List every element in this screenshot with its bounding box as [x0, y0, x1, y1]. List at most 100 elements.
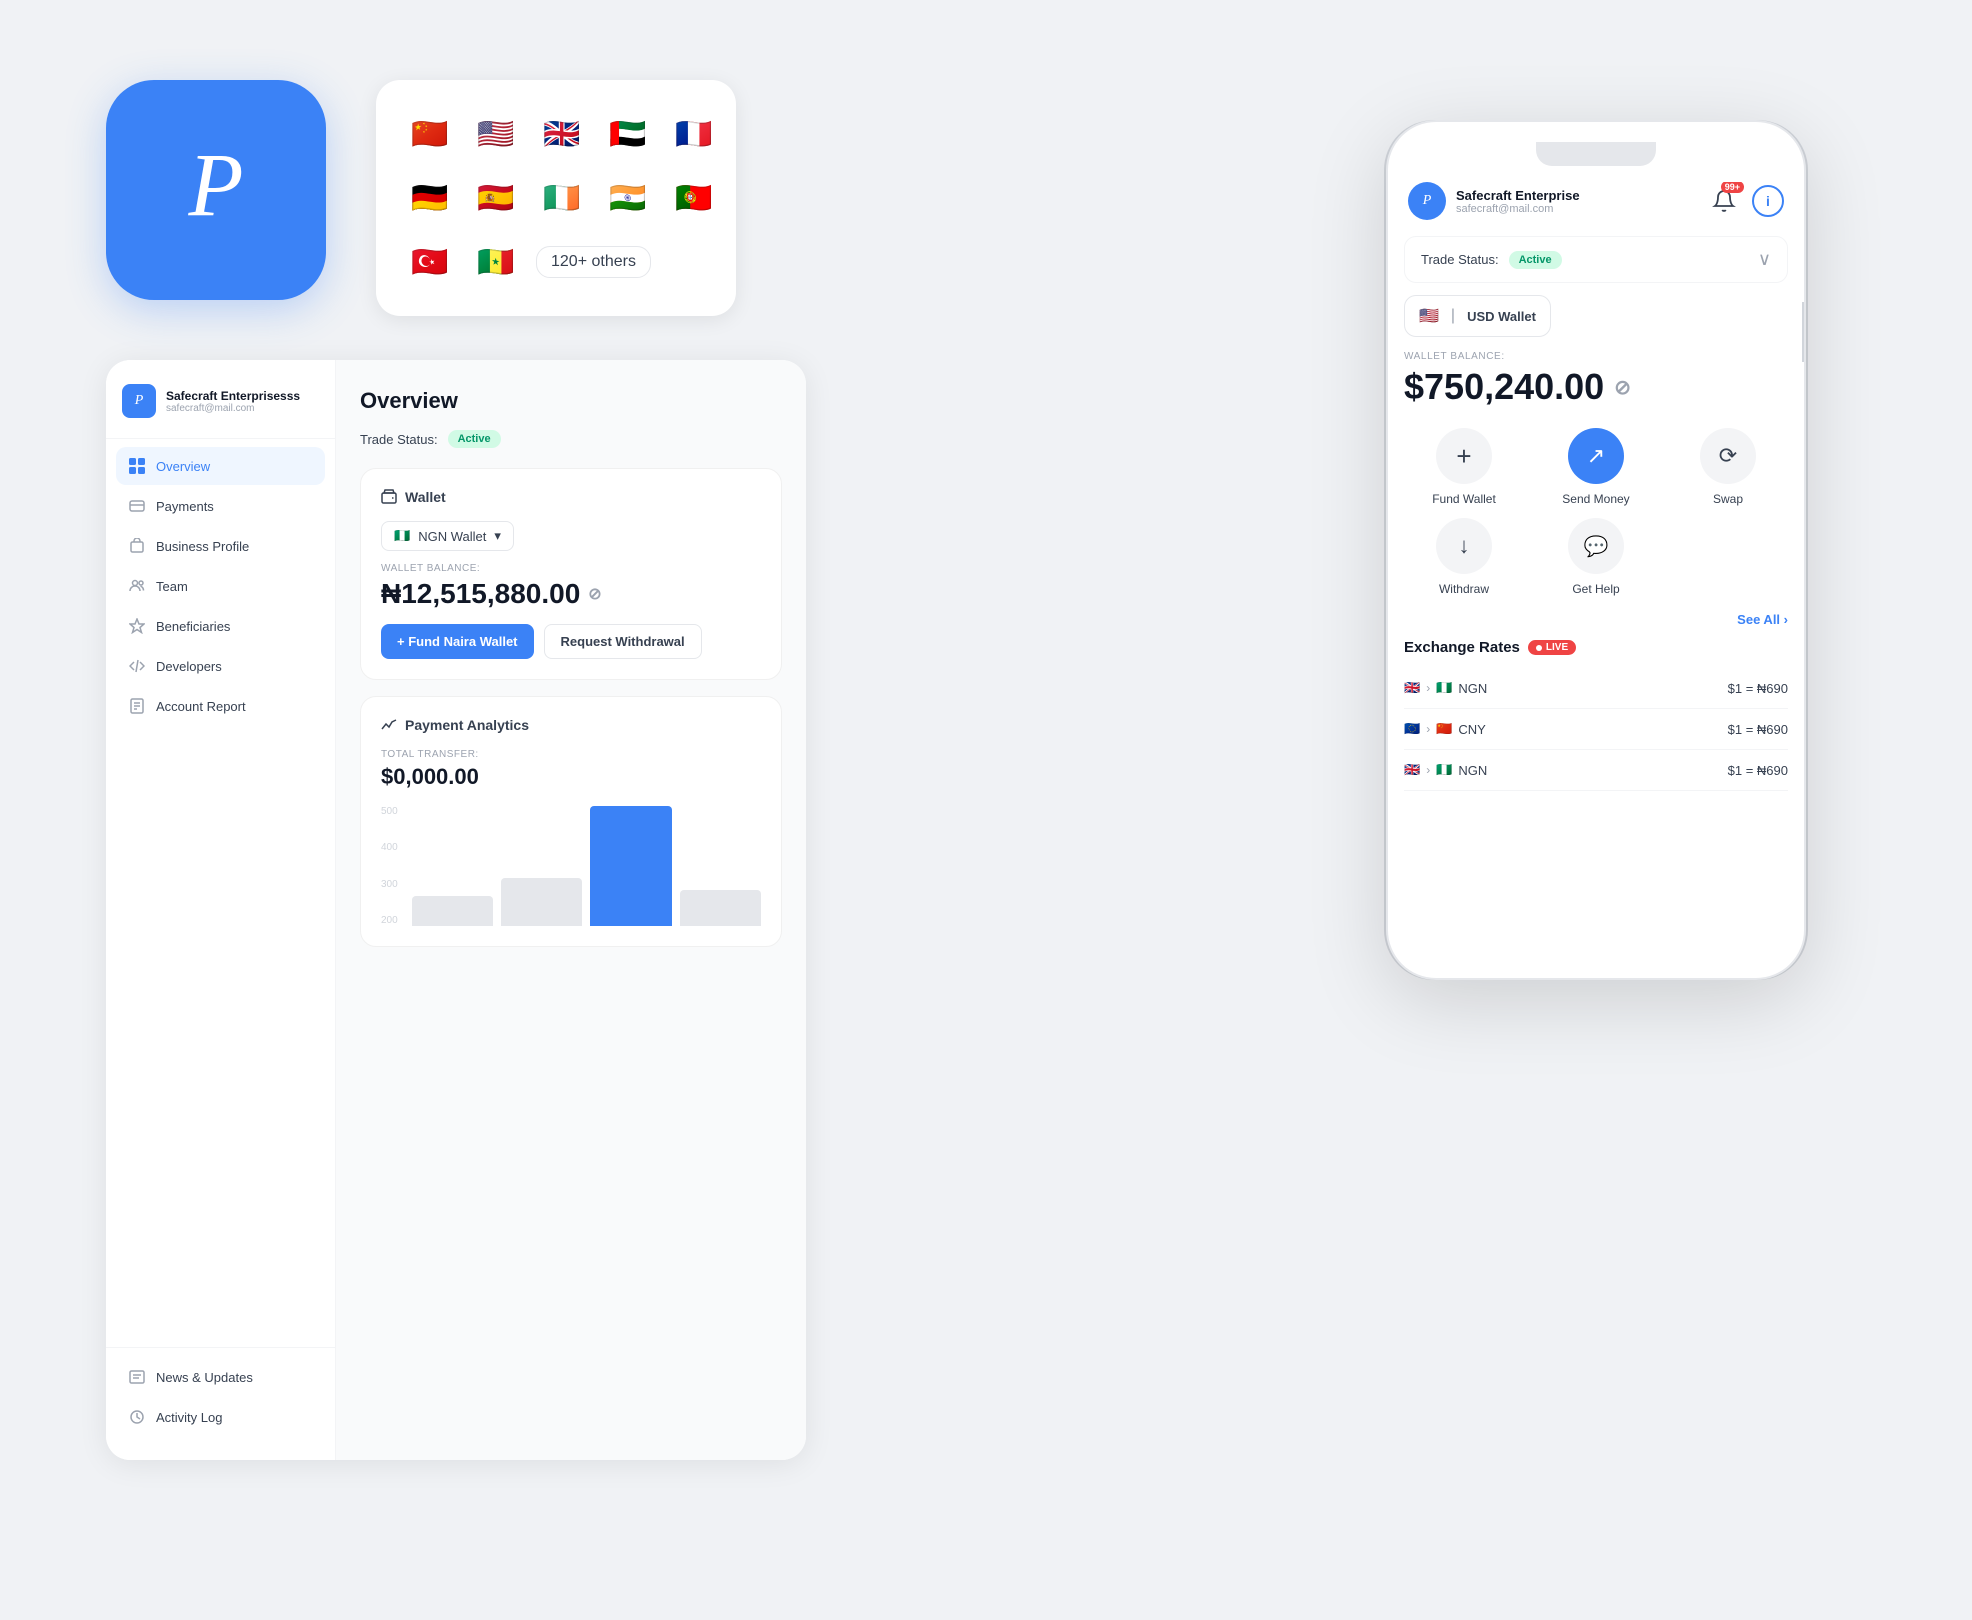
fund-wallet-action: + Fund Wallet [1404, 428, 1524, 506]
nav-activity[interactable]: Activity Log [116, 1398, 325, 1436]
phone-mockup: P Safecraft Enterprise safecraft@mail.co… [1386, 120, 1806, 980]
developers-label: Developers [156, 659, 222, 674]
swap-action: ⟳ Swap [1668, 428, 1788, 506]
notification-badge: 99+ [1721, 182, 1744, 193]
phone-side-button [1802, 302, 1806, 362]
analytics-icon [381, 717, 397, 733]
usd-flag: 🇺🇸 [1419, 306, 1439, 326]
bar-2 [501, 878, 582, 926]
nav-team[interactable]: Team [116, 567, 325, 605]
chevron-down-icon: ▾ [494, 528, 501, 544]
news-icon [128, 1368, 146, 1386]
phone-notch [1536, 142, 1656, 166]
ngn-flag-3: 🇳🇬 [1436, 762, 1452, 778]
flags-row-3: 🇹🇷 🇸🇳 120+ others [404, 236, 708, 288]
phone-status-badge: Active [1509, 251, 1562, 269]
withdraw-action: ↓ Withdraw [1404, 518, 1524, 596]
sidebar-header: P Safecraft Enterprisesss safecraft@mail… [106, 384, 335, 439]
nav-overview[interactable]: Overview [116, 447, 325, 485]
phone-avatar: P [1408, 182, 1446, 220]
send-money-label: Send Money [1562, 492, 1629, 506]
phone-wallet-selector[interactable]: 🇺🇸 | USD Wallet [1404, 295, 1551, 337]
chevron-down-icon[interactable]: ∨ [1758, 249, 1771, 270]
notification-button[interactable]: 99+ [1706, 183, 1742, 219]
wallet-header: Wallet [381, 489, 761, 505]
beneficiaries-icon [128, 617, 146, 635]
flag-us: 🇺🇸 [470, 108, 522, 160]
eur-flag-2: 🇪🇺 [1404, 721, 1420, 737]
phone-trade-label: Trade Status: [1421, 252, 1499, 267]
sidebar-nav: Overview Payments Business Profile [106, 447, 335, 1347]
payments-label: Payments [156, 499, 214, 514]
wallet-balance-display: ₦12,515,880.00 ⊘ [381, 578, 761, 610]
overview-label: Overview [156, 459, 210, 474]
total-transfer-value: $0,000.00 [381, 764, 761, 790]
rate-pair-2: 🇪🇺 › 🇨🇳 CNY [1404, 721, 1486, 737]
toggle-balance-icon[interactable]: ⊘ [588, 584, 601, 604]
business-profile-label: Business Profile [156, 539, 249, 554]
business-icon [128, 537, 146, 555]
flag-pt: 🇵🇹 [668, 172, 720, 224]
sidebar-logo: P [122, 384, 156, 418]
send-money-btn[interactable]: ↗ [1568, 428, 1624, 484]
info-button[interactable]: i [1752, 185, 1784, 217]
dashboard-card: P Safecraft Enterprisesss safecraft@mail… [106, 360, 806, 1460]
others-button[interactable]: 120+ others [536, 246, 651, 278]
live-dot [1536, 645, 1542, 651]
withdraw-label: Withdraw [1439, 582, 1489, 596]
exchange-title: Exchange Rates [1404, 639, 1520, 656]
see-all-row: See All › [1404, 612, 1788, 627]
arrow-3: › [1426, 763, 1430, 777]
rate-pair-label-1: NGN [1458, 681, 1487, 696]
nav-business-profile[interactable]: Business Profile [116, 527, 325, 565]
wallet-selector[interactable]: 🇳🇬 NGN Wallet ▾ [381, 521, 514, 551]
flag-tr: 🇹🇷 [404, 236, 456, 288]
flag-sn: 🇸🇳 [470, 236, 522, 288]
nav-account-report[interactable]: Account Report [116, 687, 325, 725]
news-label: News & Updates [156, 1370, 253, 1385]
see-all-link[interactable]: See All › [1737, 612, 1788, 627]
get-help-btn[interactable]: 💬 [1568, 518, 1624, 574]
withdraw-btn[interactable]: ↓ [1436, 518, 1492, 574]
trade-status-row: Trade Status: Active [360, 430, 782, 448]
sidebar-footer: News & Updates Activity Log [106, 1347, 335, 1436]
ngn-flag-1: 🇳🇬 [1436, 680, 1452, 696]
sidebar: P Safecraft Enterprisesss safecraft@mail… [106, 360, 336, 1460]
swap-label: Swap [1713, 492, 1743, 506]
rate-pair-label-3: NGN [1458, 763, 1487, 778]
y-label-400: 400 [381, 842, 398, 853]
bar-1 [412, 896, 493, 926]
ngn-flag: 🇳🇬 [394, 528, 410, 544]
phone-trade-status-row: Trade Status: Active ∨ [1404, 236, 1788, 283]
send-money-action: ↗ Send Money [1536, 428, 1656, 506]
phone-balance-label: WALLET BALANCE: [1404, 351, 1788, 362]
flags-card: 🇨🇳 🇺🇸 🇬🇧 🇦🇪 🇫🇷 🇩🇪 🇪🇸 🇮🇪 🇮🇳 🇵🇹 🇹🇷 🇸🇳 120+… [376, 80, 736, 316]
phone-company-email: safecraft@mail.com [1456, 203, 1580, 215]
gbp-flag-1: 🇬🇧 [1404, 680, 1420, 696]
rate-value-1: $1 = ₦690 [1728, 681, 1788, 696]
cny-flag-2: 🇨🇳 [1436, 721, 1452, 737]
nav-beneficiaries[interactable]: Beneficiaries [116, 607, 325, 645]
rate-pair-label-2: CNY [1458, 722, 1485, 737]
wallet-selector-label: NGN Wallet [418, 529, 486, 544]
phone-toggle-balance[interactable]: ⊘ [1614, 375, 1631, 400]
nav-developers[interactable]: Developers [116, 647, 325, 685]
activity-icon [128, 1408, 146, 1426]
swap-btn[interactable]: ⟳ [1700, 428, 1756, 484]
fund-wallet-btn[interactable]: + [1436, 428, 1492, 484]
y-label-200: 200 [381, 915, 398, 926]
flag-ae: 🇦🇪 [602, 108, 654, 160]
account-report-label: Account Report [156, 699, 246, 714]
wallet-actions: + Fund Naira Wallet Request Withdrawal [381, 624, 761, 659]
nav-news[interactable]: News & Updates [116, 1358, 325, 1396]
sidebar-company: Safecraft Enterprisesss safecraft@mail.c… [166, 389, 300, 414]
app-icon-letter: P [189, 141, 244, 231]
get-help-action: 💬 Get Help [1536, 518, 1656, 596]
fund-wallet-button[interactable]: + Fund Naira Wallet [381, 624, 534, 659]
fund-wallet-action-label: Fund Wallet [1432, 492, 1496, 506]
account-report-icon [128, 697, 146, 715]
page-title: Overview [360, 388, 782, 414]
rate-value-3: $1 = ₦690 [1728, 763, 1788, 778]
request-withdrawal-button[interactable]: Request Withdrawal [544, 624, 702, 659]
nav-payments[interactable]: Payments [116, 487, 325, 525]
